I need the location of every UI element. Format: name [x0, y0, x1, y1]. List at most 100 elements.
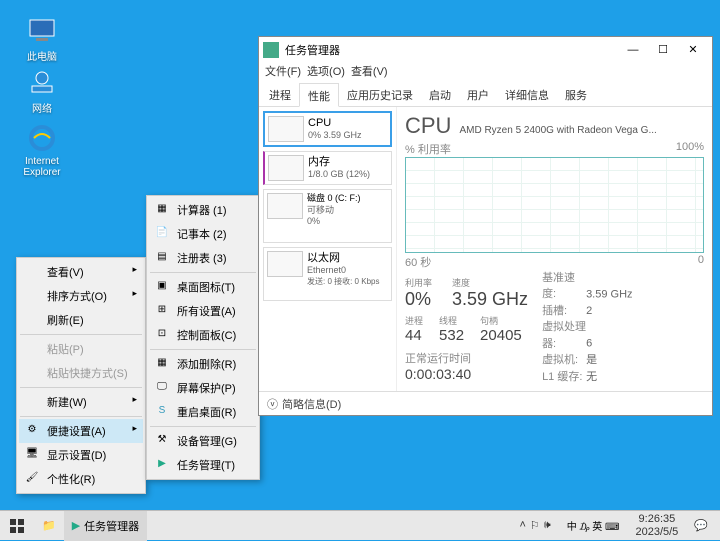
ctx-new[interactable]: 新建(W): [19, 390, 143, 414]
separator: [150, 272, 256, 273]
ctx-quick-settings[interactable]: ⚙便捷设置(A): [19, 419, 143, 443]
sub-all-settings[interactable]: ⊞所有设置(A): [149, 299, 257, 323]
start-button[interactable]: [0, 511, 34, 541]
cpu-specs: 基准速度:3.59 GHz 插槽:2 虚拟处理器:6 虚拟机:是 L1 缓存:无: [542, 270, 632, 386]
screen-icon: 🖵: [155, 379, 169, 393]
tab-services[interactable]: 服务: [557, 83, 595, 106]
stat-threads: 532: [439, 327, 464, 344]
menu-file[interactable]: 文件(F): [265, 63, 301, 83]
tab-history[interactable]: 应用历史记录: [339, 83, 421, 106]
tray-sound-icon[interactable]: 🕪: [544, 519, 551, 532]
desktop-icon-this-pc[interactable]: 此电脑: [12, 14, 72, 63]
separator: [150, 349, 256, 350]
separator: [20, 387, 142, 388]
tab-startup[interactable]: 启动: [421, 83, 459, 106]
addrem-icon: ▦: [155, 355, 169, 369]
titlebar[interactable]: 任务管理器 — ☐ ✕: [259, 37, 712, 63]
stat-processes: 44: [405, 327, 423, 344]
ie-icon: [26, 122, 58, 154]
taskmgr-icon: ▶: [72, 519, 80, 532]
system-tray[interactable]: ˄ ⚐ 🕪: [513, 519, 556, 532]
settings-icon: ⊞: [155, 302, 169, 316]
desktop-icon-network[interactable]: 网络: [12, 66, 72, 115]
sub-screensaver[interactable]: 🖵屏幕保护(P): [149, 376, 257, 400]
ctx-sort[interactable]: 排序方式(O): [19, 284, 143, 308]
taskmgr-icon: ▶: [155, 456, 169, 470]
maximize-button[interactable]: ☐: [648, 39, 678, 61]
cpu-model: AMD Ryzen 5 2400G with Radeon Vega G...: [459, 125, 656, 136]
stat-handles: 20405: [480, 327, 522, 344]
sub-device-mgr[interactable]: ⚒设备管理(G): [149, 429, 257, 453]
net-thumb: [267, 251, 303, 277]
axis-bottom-left: 60 秒: [405, 254, 431, 270]
sub-task-mgr[interactable]: ▶任务管理(T): [149, 453, 257, 477]
desktop-icon-label: 网络: [12, 100, 72, 115]
sub-calc[interactable]: ▦计算器 (1): [149, 198, 257, 222]
sub-control-panel[interactable]: ⊡控制面板(C): [149, 323, 257, 347]
perf-card-cpu[interactable]: CPU0% 3.59 GHz: [263, 111, 392, 147]
sub-desktop-icons[interactable]: ▣桌面图标(T): [149, 275, 257, 299]
axis-bottom-right: 0: [698, 254, 704, 270]
task-manager-window: 任务管理器 — ☐ ✕ 文件(F) 选项(O) 查看(V) 进程 性能 应用历史…: [258, 36, 713, 416]
tray-up-icon[interactable]: ˄: [519, 519, 525, 532]
minimize-button[interactable]: —: [618, 39, 648, 61]
close-button[interactable]: ✕: [678, 39, 708, 61]
sub-add-remove[interactable]: ▦添加删除(R): [149, 352, 257, 376]
perf-detail: CPU AMD Ryzen 5 2400G with Radeon Vega G…: [397, 107, 712, 391]
disk-thumb: [267, 193, 303, 219]
separator: [150, 426, 256, 427]
perf-card-memory[interactable]: 内存1/8.0 GB (12%): [263, 151, 392, 185]
tab-processes[interactable]: 进程: [261, 83, 299, 106]
cpu-graph: [405, 157, 704, 253]
ctx-display[interactable]: 🖥显示设置(D): [19, 443, 143, 467]
tab-performance[interactable]: 性能: [299, 83, 339, 107]
restart-icon: S: [155, 403, 169, 417]
folder-icon: 📁: [42, 519, 56, 532]
tm-footer: ⓥ 简略信息(D): [259, 391, 712, 415]
ctx-personalize[interactable]: 🖌个性化(R): [19, 467, 143, 491]
sub-restart-desktop[interactable]: S重启桌面(R): [149, 400, 257, 424]
taskbar-explorer[interactable]: 📁: [34, 511, 64, 541]
tab-details[interactable]: 详细信息: [497, 83, 557, 106]
window-title: 任务管理器: [285, 42, 618, 58]
regedit-icon: ▤: [155, 249, 169, 263]
cpu-thumb: [268, 116, 304, 142]
tab-users[interactable]: 用户: [459, 83, 497, 106]
desktop-icon-label: Internet Explorer: [12, 156, 72, 178]
perf-card-ethernet[interactable]: 以太网Ethernet0发送: 0 接收: 0 Kbps: [263, 247, 392, 301]
ctx-paste-shortcut: 粘贴快捷方式(S): [19, 361, 143, 385]
axis-label-left: % 利用率: [405, 141, 451, 157]
axis-label-right: 100%: [676, 141, 704, 157]
sub-notepad[interactable]: 📄记事本 (2): [149, 222, 257, 246]
ctx-view[interactable]: 查看(V): [19, 260, 143, 284]
tabbar: 进程 性能 应用历史记录 启动 用户 详细信息 服务: [259, 83, 712, 107]
tray-flag-icon[interactable]: ⚐: [530, 519, 540, 532]
taskbar-taskmgr[interactable]: ▶任务管理器: [64, 511, 147, 541]
ctx-paste: 粘贴(P): [19, 337, 143, 361]
stat-utilization: 0%: [405, 289, 432, 310]
mem-thumb: [268, 155, 304, 181]
taskbar-clock[interactable]: 9:26:35 2023/5/5: [629, 513, 684, 538]
notifications-button[interactable]: 💬: [686, 511, 716, 541]
gear-icon: ⚙: [25, 422, 39, 436]
computer-icon: [26, 14, 58, 46]
separator: [20, 334, 142, 335]
context-menu-desktop: 查看(V) 排序方式(O) 刷新(E) 粘贴(P) 粘贴快捷方式(S) 新建(W…: [16, 257, 146, 494]
collapse-icon[interactable]: ⓥ: [267, 396, 278, 412]
stat-speed: 3.59 GHz: [452, 289, 528, 310]
perf-sidebar: CPU0% 3.59 GHz 内存1/8.0 GB (12%) 磁盘 0 (C:…: [259, 107, 397, 391]
sub-regedit[interactable]: ▤注册表 (3): [149, 246, 257, 270]
brush-icon: 🖌: [25, 470, 39, 484]
notepad-icon: 📄: [155, 225, 169, 239]
perf-card-disk[interactable]: 磁盘 0 (C: F:)可移动0%: [263, 189, 392, 243]
context-submenu-quick: ▦计算器 (1) 📄记事本 (2) ▤注册表 (3) ▣桌面图标(T) ⊞所有设…: [146, 195, 260, 480]
menu-view[interactable]: 查看(V): [351, 63, 388, 83]
desktop-icon-ie[interactable]: Internet Explorer: [12, 122, 72, 178]
desktop-icon-label: 此电脑: [12, 48, 72, 63]
ime-indicator[interactable]: 中 ₯ 英 ⌨: [559, 511, 628, 541]
cpu-heading: CPU: [405, 113, 451, 139]
fewer-details-link[interactable]: 简略信息(D): [282, 396, 341, 412]
stat-uptime: 0:00:03:40: [405, 366, 528, 382]
ctx-refresh[interactable]: 刷新(E): [19, 308, 143, 332]
menu-options[interactable]: 选项(O): [307, 63, 345, 83]
